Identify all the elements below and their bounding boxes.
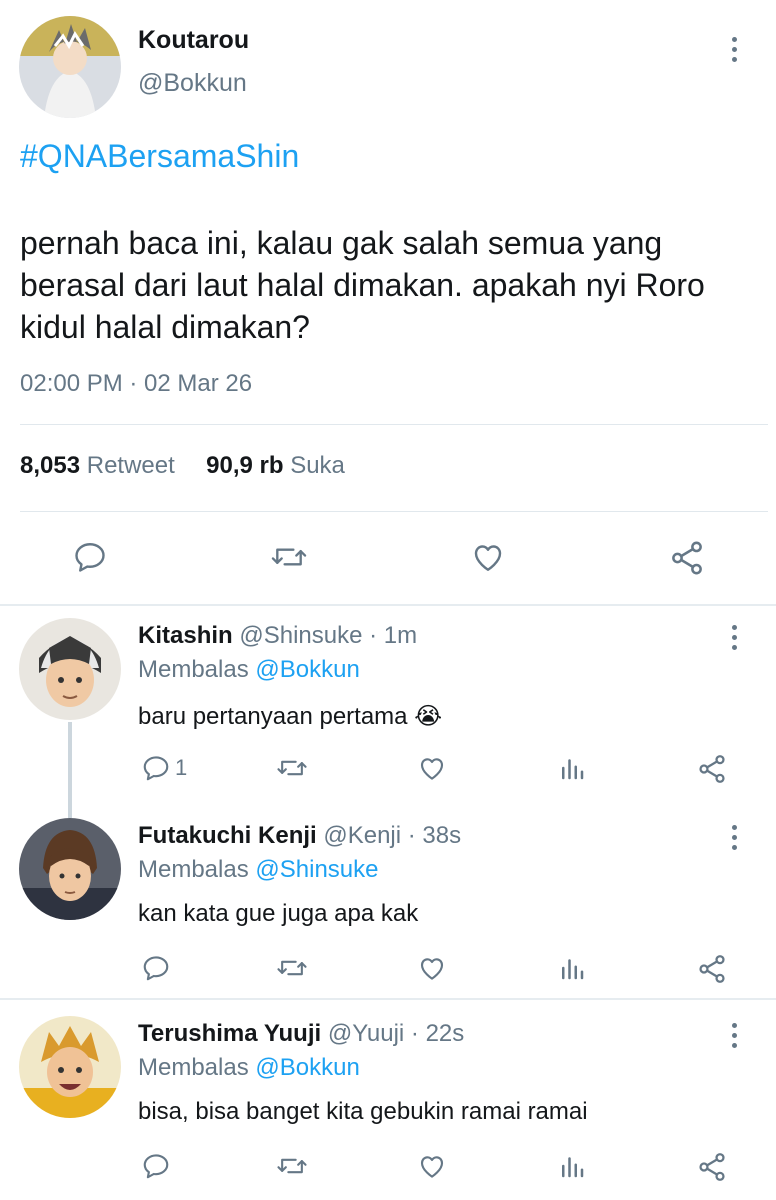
replying-to-handle[interactable]: @Shinsuke <box>255 856 378 883</box>
retweet-icon[interactable] <box>276 953 308 983</box>
replying-to-label: Membalas <box>138 1054 249 1081</box>
replying-to-label: Membalas <box>138 656 249 683</box>
like-icon[interactable] <box>470 539 506 575</box>
author-name[interactable]: Terushima Yuuji <box>138 1020 321 1047</box>
like-label[interactable]: Suka <box>290 452 345 479</box>
reply-count: 1 <box>175 755 188 780</box>
share-icon[interactable] <box>696 953 728 985</box>
reply-icon[interactable] <box>72 539 108 575</box>
retweet-count[interactable]: 8,053 <box>20 452 80 479</box>
section-divider <box>0 998 776 1000</box>
reply-tweet: Futakuchi Kenji @Kenji · 38s Membalas @S… <box>0 806 776 998</box>
author-name[interactable]: Koutarou <box>138 26 249 55</box>
retweet-icon[interactable] <box>270 539 308 575</box>
avatar[interactable] <box>19 618 121 720</box>
share-icon[interactable] <box>696 1151 728 1183</box>
reply-tweet: Kitashin @Shinsuke · 1m Membalas @Bokkun… <box>0 606 776 818</box>
main-tweet: Koutarou @Bokkun #QNABersamaShin pernah … <box>0 0 776 605</box>
replying-to: Membalas @Shinsuke <box>138 856 378 884</box>
author-name[interactable]: Kitashin <box>138 622 233 649</box>
share-icon[interactable] <box>668 539 706 577</box>
analytics-icon[interactable] <box>557 753 587 783</box>
more-options-icon[interactable] <box>722 820 746 854</box>
replying-to-handle[interactable]: @Bokkun <box>255 656 359 683</box>
thread-connector <box>68 722 72 818</box>
retweet-icon[interactable] <box>276 1151 308 1181</box>
author-name[interactable]: Futakuchi Kenji <box>138 822 317 849</box>
reply-header: Kitashin @Shinsuke · 1m <box>138 622 417 650</box>
like-icon[interactable] <box>417 753 447 783</box>
replying-to: Membalas @Bokkun <box>138 1054 360 1082</box>
like-icon[interactable] <box>417 1151 447 1181</box>
author-handle[interactable]: @Kenji <box>323 822 401 849</box>
reply-icon[interactable] <box>141 953 175 983</box>
tweet-text: pernah baca ini, kalau gak salah semua y… <box>20 225 705 345</box>
avatar-image <box>19 818 121 920</box>
hashtag-link[interactable]: #QNABersamaShin <box>20 138 299 175</box>
divider <box>20 511 768 512</box>
more-options-icon[interactable] <box>722 32 746 66</box>
author-handle[interactable]: @Bokkun <box>138 69 247 98</box>
share-icon[interactable] <box>696 753 728 785</box>
avatar[interactable] <box>19 1016 121 1118</box>
reply-time: · 22s <box>410 1020 465 1047</box>
tweet-timestamp: 02:00 PM · 02 Mar 26 <box>20 370 253 397</box>
reply-time: · 1m <box>369 622 418 649</box>
reply-text: kan kata gue juga apa kak <box>138 900 419 927</box>
like-count[interactable]: 90,9 rb <box>206 452 283 479</box>
avatar[interactable] <box>19 16 121 118</box>
reply-tweet: Terushima Yuuji @Yuuji · 22s Membalas @B… <box>0 1004 776 1200</box>
divider <box>20 424 768 425</box>
reply-header: Terushima Yuuji @Yuuji · 22s <box>138 1020 464 1048</box>
reply-header: Futakuchi Kenji @Kenji · 38s <box>138 822 461 850</box>
reply-icon[interactable]: 1 <box>141 753 187 783</box>
author-handle[interactable]: @Shinsuke <box>239 622 362 649</box>
avatar-image <box>19 16 121 118</box>
retweet-label[interactable]: Retweet <box>87 452 175 479</box>
reply-text: bisa, bisa banget kita gebukin ramai ram… <box>138 1098 588 1125</box>
tweet-stats: 8,053 Retweet 90,9 rb Suka <box>20 452 345 480</box>
like-icon[interactable] <box>417 953 447 983</box>
more-options-icon[interactable] <box>722 1018 746 1052</box>
reply-time: · 38s <box>407 822 462 849</box>
replying-to-label: Membalas <box>138 856 249 883</box>
avatar-image <box>19 618 121 720</box>
analytics-icon[interactable] <box>557 953 587 983</box>
avatar[interactable] <box>19 818 121 920</box>
retweet-icon[interactable] <box>276 753 308 783</box>
more-options-icon[interactable] <box>722 620 746 654</box>
author-handle[interactable]: @Yuuji <box>328 1020 404 1047</box>
reply-text: baru pertanyaan pertama 😭 <box>138 703 443 730</box>
avatar-image <box>19 1016 121 1118</box>
replying-to-handle[interactable]: @Bokkun <box>255 1054 359 1081</box>
reply-icon[interactable] <box>141 1151 175 1181</box>
replying-to: Membalas @Bokkun <box>138 656 360 684</box>
analytics-icon[interactable] <box>557 1151 587 1181</box>
